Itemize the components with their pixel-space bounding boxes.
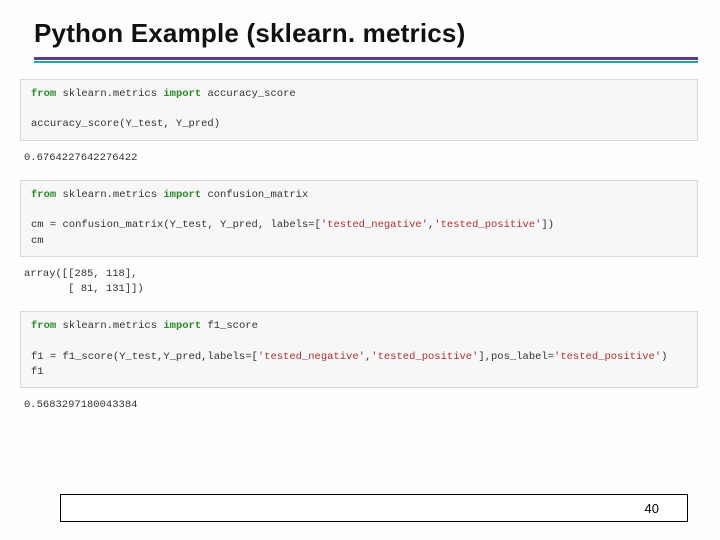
string-literal: 'tested_negative': [321, 219, 428, 231]
module-text: sklearn.metrics: [56, 189, 163, 201]
page-number: 40: [645, 501, 659, 516]
code-cell-accuracy: from sklearn.metrics import accuracy_sco…: [20, 79, 698, 141]
output-confusion: array([[285, 118], [ 81, 131]]): [20, 261, 698, 311]
keyword-from: from: [31, 189, 56, 201]
string-literal: 'tested_positive': [371, 351, 478, 363]
code-cell-f1: from sklearn.metrics import f1_score f1 …: [20, 311, 698, 388]
import-name: f1_score: [201, 320, 258, 332]
code-line: f1 = f1_score(Y_test,Y_pred,labels=[: [31, 351, 258, 363]
code-line: cm: [31, 235, 44, 247]
code-line: cm = confusion_matrix(Y_test, Y_pred, la…: [31, 219, 321, 231]
slide-title: Python Example (sklearn. metrics): [0, 0, 720, 57]
keyword-from: from: [31, 88, 56, 100]
code-line: ): [661, 351, 667, 363]
footer-box: 40: [60, 494, 688, 522]
import-name: confusion_matrix: [201, 189, 308, 201]
code-line: ],pos_label=: [478, 351, 554, 363]
code-cell-confusion: from sklearn.metrics import confusion_ma…: [20, 180, 698, 257]
code-line: f1: [31, 366, 44, 378]
keyword-import: import: [163, 320, 201, 332]
output-accuracy: 0.6764227642276422: [20, 145, 698, 180]
string-literal: 'tested_positive': [554, 351, 661, 363]
code-line: ]): [541, 219, 554, 231]
module-text: sklearn.metrics: [56, 88, 163, 100]
keyword-import: import: [163, 189, 201, 201]
import-name: accuracy_score: [201, 88, 296, 100]
keyword-from: from: [31, 320, 56, 332]
code-line: accuracy_score(Y_test, Y_pred): [31, 118, 220, 130]
keyword-import: import: [163, 88, 201, 100]
slide-content: from sklearn.metrics import accuracy_sco…: [0, 63, 720, 427]
string-literal: 'tested_negative': [258, 351, 365, 363]
output-f1: 0.5683297180043384: [20, 392, 698, 427]
module-text: sklearn.metrics: [56, 320, 163, 332]
string-literal: 'tested_positive': [434, 219, 541, 231]
